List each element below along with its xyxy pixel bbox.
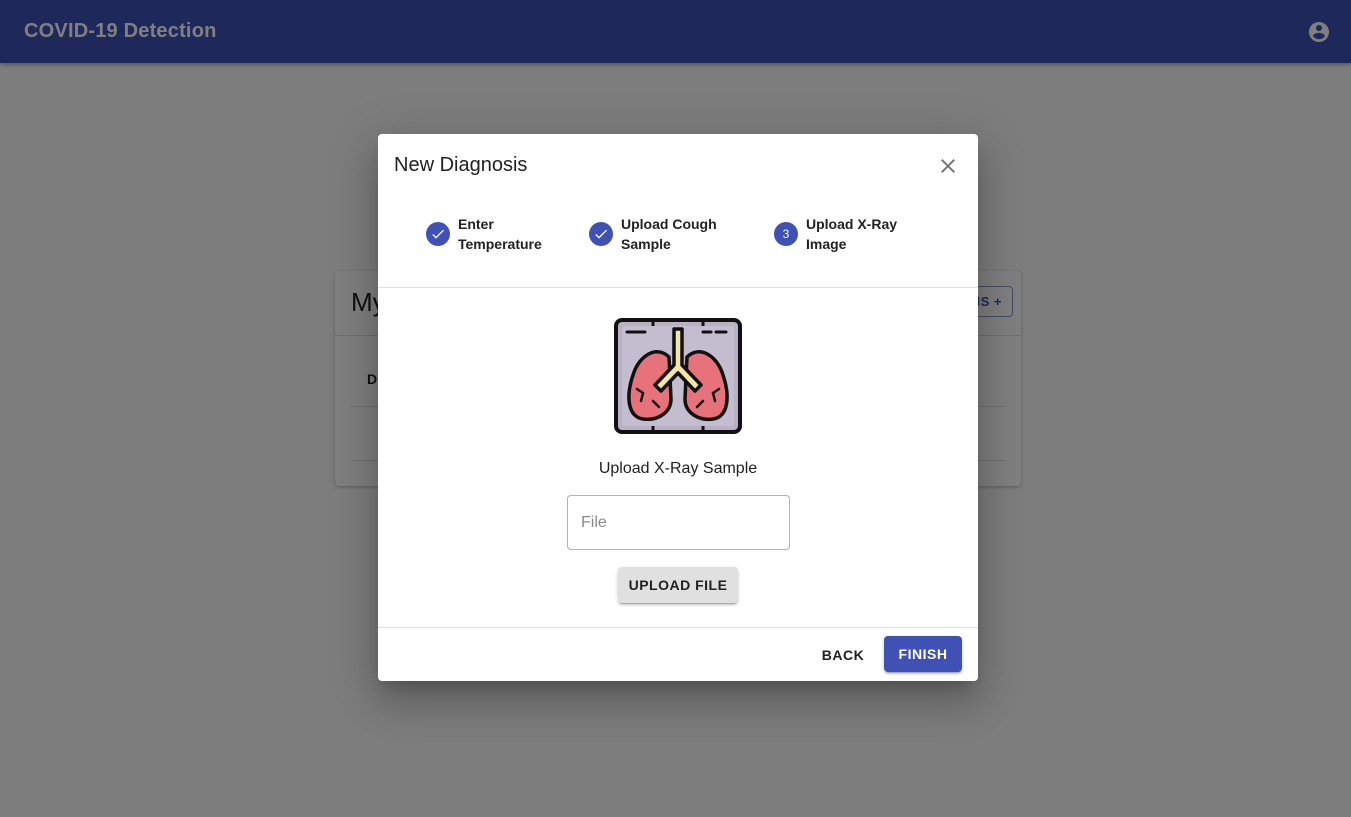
dialog-title: New Diagnosis bbox=[394, 154, 528, 176]
check-icon bbox=[432, 229, 444, 239]
divider bbox=[378, 627, 978, 628]
step-upload-xray-image: 3 Upload X-Ray Image bbox=[774, 214, 916, 254]
file-field[interactable] bbox=[567, 495, 790, 550]
step-completed-icon bbox=[426, 222, 450, 246]
step-label: Upload Cough Sample bbox=[621, 216, 717, 252]
upload-file-button[interactable]: UPLOAD FILE bbox=[618, 567, 738, 603]
finish-button[interactable]: FINISH bbox=[884, 636, 962, 672]
step-number-icon: 3 bbox=[774, 222, 798, 246]
close-icon bbox=[941, 159, 955, 173]
close-button[interactable] bbox=[934, 152, 962, 180]
step-completed-icon bbox=[589, 222, 613, 246]
step-upload-cough-sample: Upload Cough Sample bbox=[589, 214, 731, 254]
check-icon bbox=[595, 229, 607, 239]
step-enter-temperature: Enter Temperature bbox=[426, 214, 568, 254]
lungs-xray-icon bbox=[614, 318, 742, 434]
new-diagnosis-dialog: New Diagnosis Enter Temperature Upload C… bbox=[378, 134, 978, 681]
back-button[interactable]: BACK bbox=[813, 637, 873, 673]
step-label: Upload X-Ray Image bbox=[806, 216, 898, 252]
stepper: Enter Temperature Upload Cough Sample 3 … bbox=[378, 204, 978, 288]
step-label: Enter Temperature bbox=[458, 216, 542, 252]
divider bbox=[378, 287, 978, 288]
upload-label: Upload X-Ray Sample bbox=[598, 460, 758, 477]
